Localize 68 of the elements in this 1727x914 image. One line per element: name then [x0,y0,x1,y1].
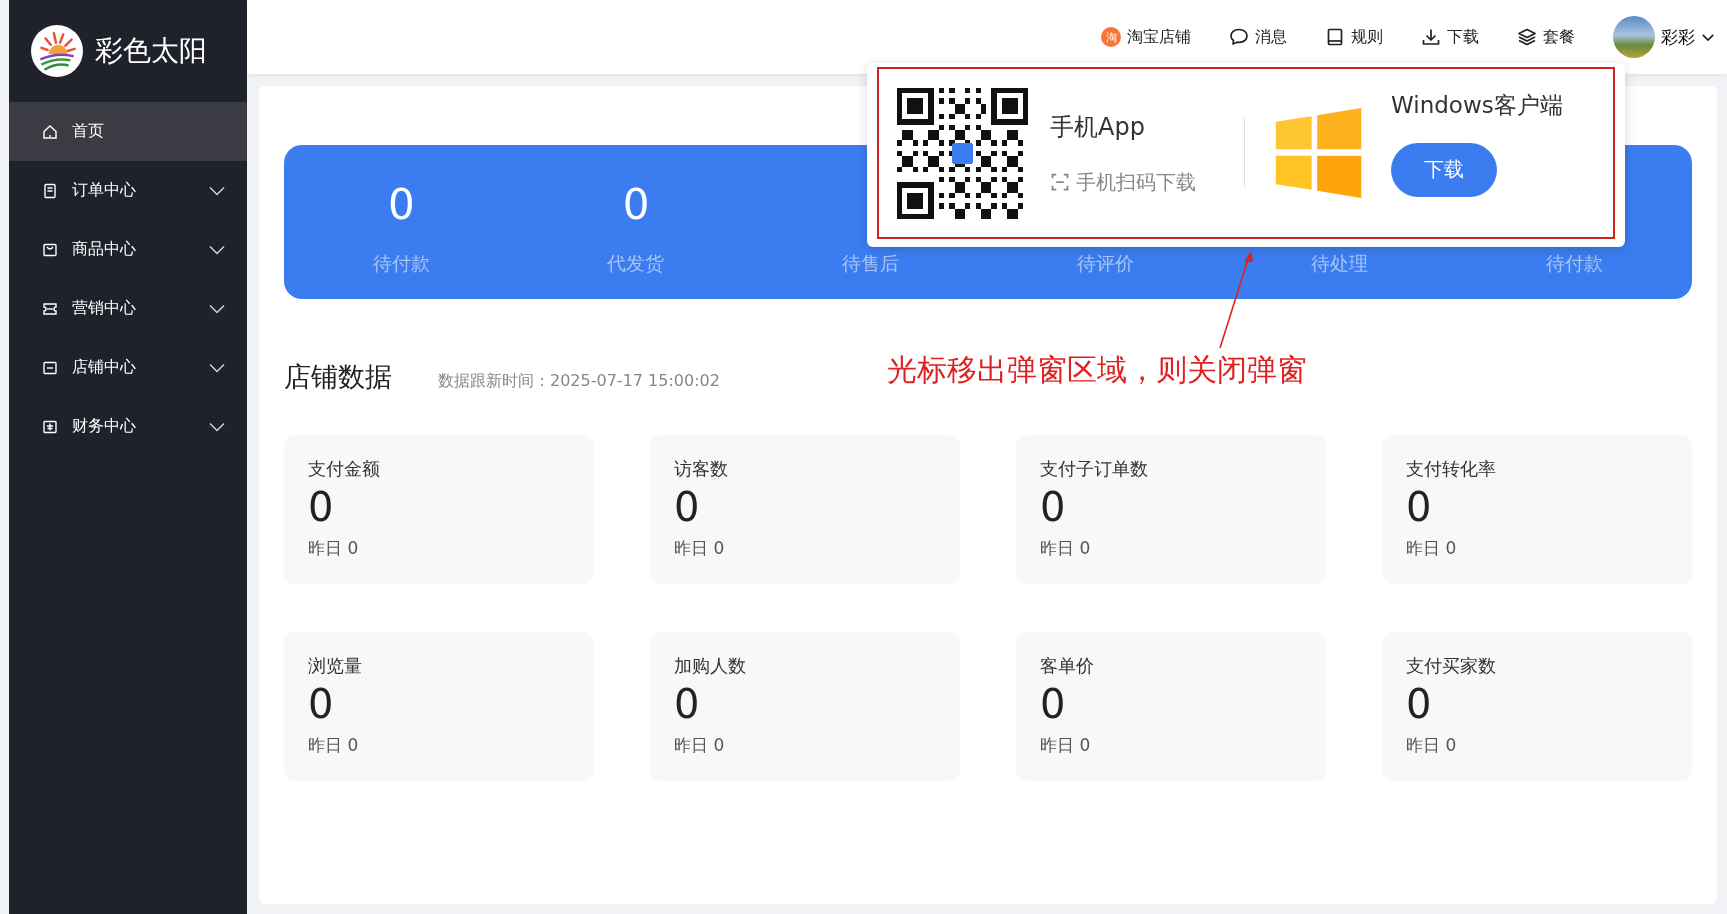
ledger-icon [42,418,58,435]
brand-name: 彩色太阳 [95,33,207,69]
metric-label: 支付转化率 [1406,457,1497,481]
metric-value: 0 [1406,483,1433,532]
layers-icon [1517,27,1537,47]
order-count: 0 [387,181,415,229]
update-time: 数据跟新时间：2025-07-17 15:00:02 [438,371,720,392]
yesterday-value: 昨日 0 [308,537,360,560]
metric-value: 0 [674,483,701,532]
yesterday-value: 昨日 0 [1040,734,1092,757]
ticket-icon [42,300,58,317]
metric-label: 客单价 [1040,654,1095,678]
speech-bubble-icon [1229,27,1249,47]
sidebar-item[interactable]: 财务中心 [9,397,247,456]
yesterday-value: 昨日 0 [674,537,726,560]
chevron-down-icon [1701,32,1715,42]
annotation-text: 光标移出弹窗区域，则关闭弹窗 [887,351,1307,389]
order-status-label: 待处理 [1311,251,1369,276]
metric-label: 访客数 [674,457,729,481]
order-status-label: 待售后 [842,251,900,276]
order-count: 0 [622,181,650,229]
yesterday-value: 昨日 0 [1040,537,1092,560]
metric-value: 0 [1040,680,1067,729]
home-icon [42,123,58,140]
metric-label: 加购人数 [674,654,747,678]
header-link[interactable]: 下载 [1421,26,1479,48]
sidebar-item[interactable]: 营销中心 [9,279,247,338]
header-link[interactable]: 淘 淘宝店铺 [1101,26,1191,48]
bag-icon [42,241,58,258]
section-title: 店铺数据 [284,360,392,394]
header-link[interactable]: 消息 [1229,26,1287,48]
sidebar-item[interactable]: 商品中心 [9,220,247,279]
sidebar-item[interactable]: 店铺中心 [9,338,247,397]
windows-client-title: Windows客户端 [1391,90,1563,120]
yesterday-value: 昨日 0 [308,734,360,757]
metric-label: 浏览量 [308,654,363,678]
order-status-label: 待付款 [372,251,430,276]
avatar-photo-placeholder [1613,16,1655,58]
sidebar-item[interactable]: 首页 [9,102,247,161]
yesterday-value: 昨日 0 [1406,734,1458,757]
download-icon [1421,27,1441,47]
metric-value: 0 [308,483,335,532]
metric-label: 支付子订单数 [1040,457,1149,481]
order-status-label: 待付款 [1546,251,1604,276]
order-status-label: 待评价 [1076,251,1134,276]
user-menu[interactable]: 彩彩 [1613,16,1715,58]
header-link[interactable]: 规则 [1325,26,1383,48]
qr-code-icon [897,87,1028,219]
metric-value: 0 [308,680,335,729]
scan-hint: 手机扫码下载 [1076,168,1196,196]
metric-label: 支付买家数 [1406,654,1497,678]
sun-logo-icon [31,25,83,77]
app-title: 手机App [1050,111,1146,143]
yesterday-value: 昨日 0 [674,734,726,757]
metric-value: 0 [1406,680,1433,729]
yesterday-value: 昨日 0 [1406,537,1458,560]
shop-badge-icon: 淘 [1101,27,1121,47]
metric-value: 0 [674,680,701,729]
book-icon [1325,27,1345,47]
document-icon [42,182,58,199]
download-button[interactable]: 下载 [1391,142,1497,197]
header-link[interactable]: 套餐 [1517,26,1575,48]
order-status-label: 代发货 [607,251,665,276]
scan-icon [1050,172,1070,192]
sidebar-item[interactable]: 订单中心 [9,161,247,220]
metric-label: 支付金额 [308,457,381,481]
metric-value: 0 [1040,483,1067,532]
storefront-icon [42,359,58,376]
